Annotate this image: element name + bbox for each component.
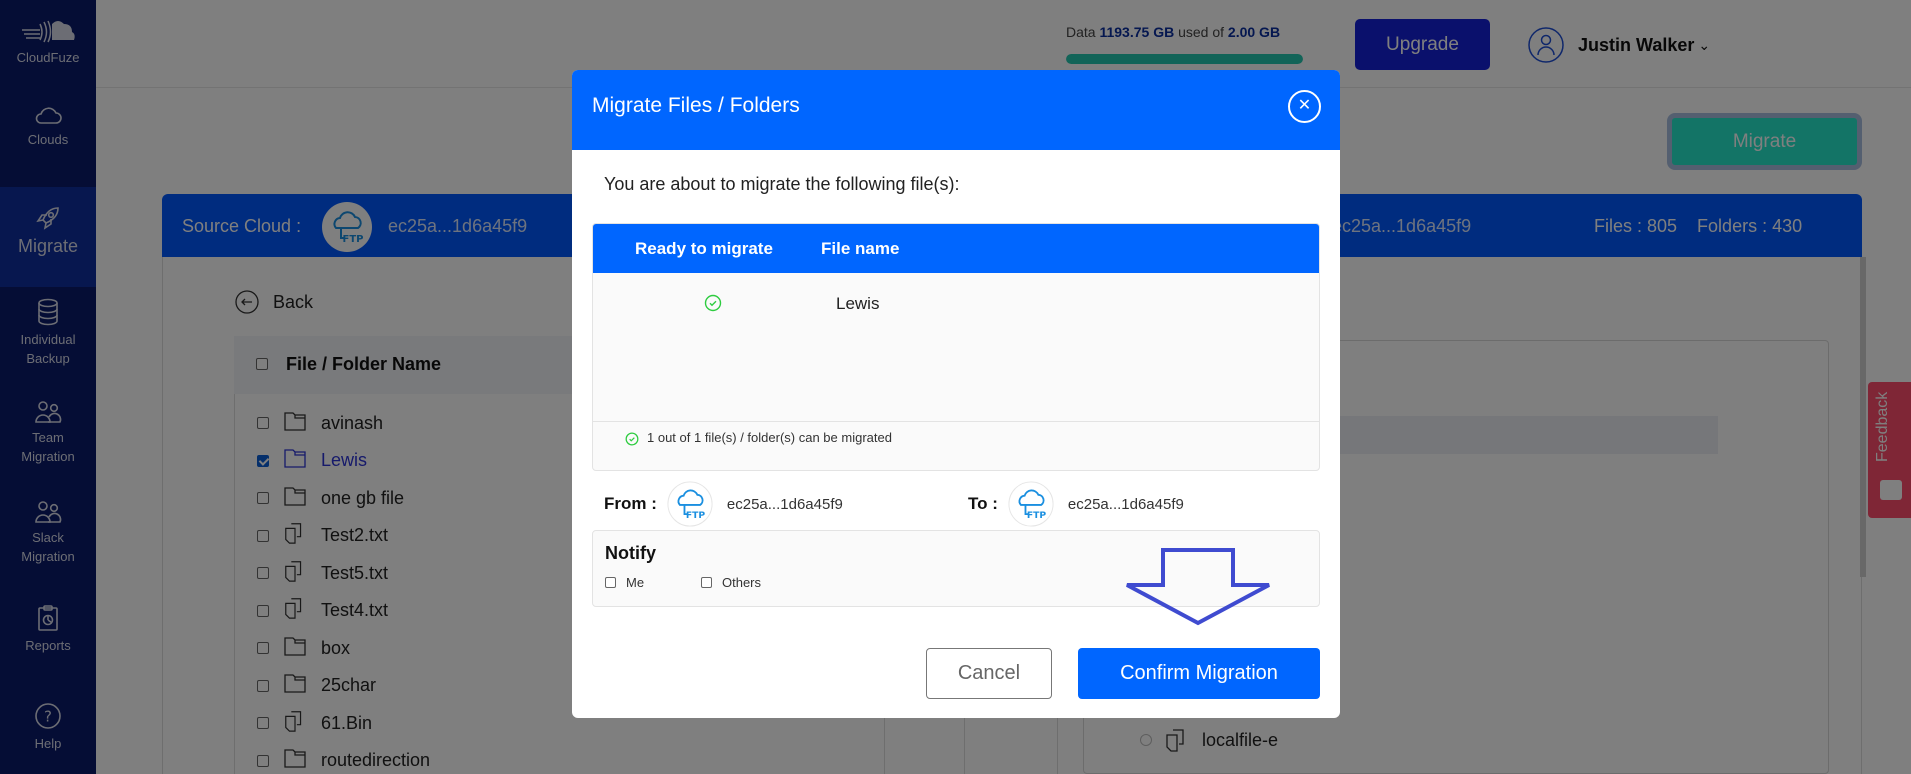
notify-others-option[interactable]: Others	[701, 575, 761, 590]
migrate-modal: Migrate Files / Folders ✕ You are about …	[572, 70, 1340, 718]
ftp-logo-icon: FTP	[667, 481, 713, 527]
migration-table-header: Ready to migrate File name	[593, 224, 1319, 273]
notify-me-option[interactable]: Me	[605, 575, 644, 590]
file-name-cell: Lewis	[836, 294, 880, 313]
column-header-file-name: File name	[821, 239, 900, 258]
notify-section: Notify Me Others	[592, 530, 1320, 607]
svg-text:FTP: FTP	[1027, 510, 1047, 521]
from-account: ec25a...1d6a45f9	[726, 495, 843, 513]
confirm-migration-button[interactable]: Confirm Migration	[1078, 648, 1320, 699]
notify-me-label: Me	[626, 575, 645, 590]
ftp-logo-icon: FTP	[1008, 481, 1054, 527]
notify-others-checkbox[interactable]	[701, 577, 712, 588]
modal-header: Migrate Files / Folders ✕	[572, 70, 1340, 150]
modal-title: Migrate Files / Folders	[592, 94, 800, 117]
from-label: From :	[604, 494, 657, 513]
notify-me-checkbox[interactable]	[605, 577, 616, 588]
from-cloud: From : FTP ec25a...1d6a45f9	[604, 478, 843, 530]
to-label: To :	[968, 494, 998, 513]
to-cloud: To : FTP ec25a...1d6a45f9	[968, 478, 1184, 530]
check-circle-icon	[704, 294, 722, 312]
check-circle-icon	[625, 432, 639, 446]
migration-summary-text: 1 out of 1 file(s) / folder(s) can be mi…	[647, 430, 892, 445]
cancel-button[interactable]: Cancel	[926, 648, 1052, 699]
migration-summary: 1 out of 1 file(s) / folder(s) can be mi…	[593, 421, 1319, 470]
notify-title: Notify	[605, 543, 656, 563]
svg-text:FTP: FTP	[686, 510, 706, 521]
migration-table: Ready to migrate File name Lewis 1 out o…	[592, 223, 1320, 471]
modal-intro-text: You are about to migrate the following f…	[604, 174, 960, 194]
to-account: ec25a...1d6a45f9	[1067, 495, 1184, 513]
column-header-ready: Ready to migrate	[635, 239, 773, 258]
close-icon[interactable]: ✕	[1288, 90, 1321, 123]
notify-others-label: Others	[722, 575, 762, 590]
